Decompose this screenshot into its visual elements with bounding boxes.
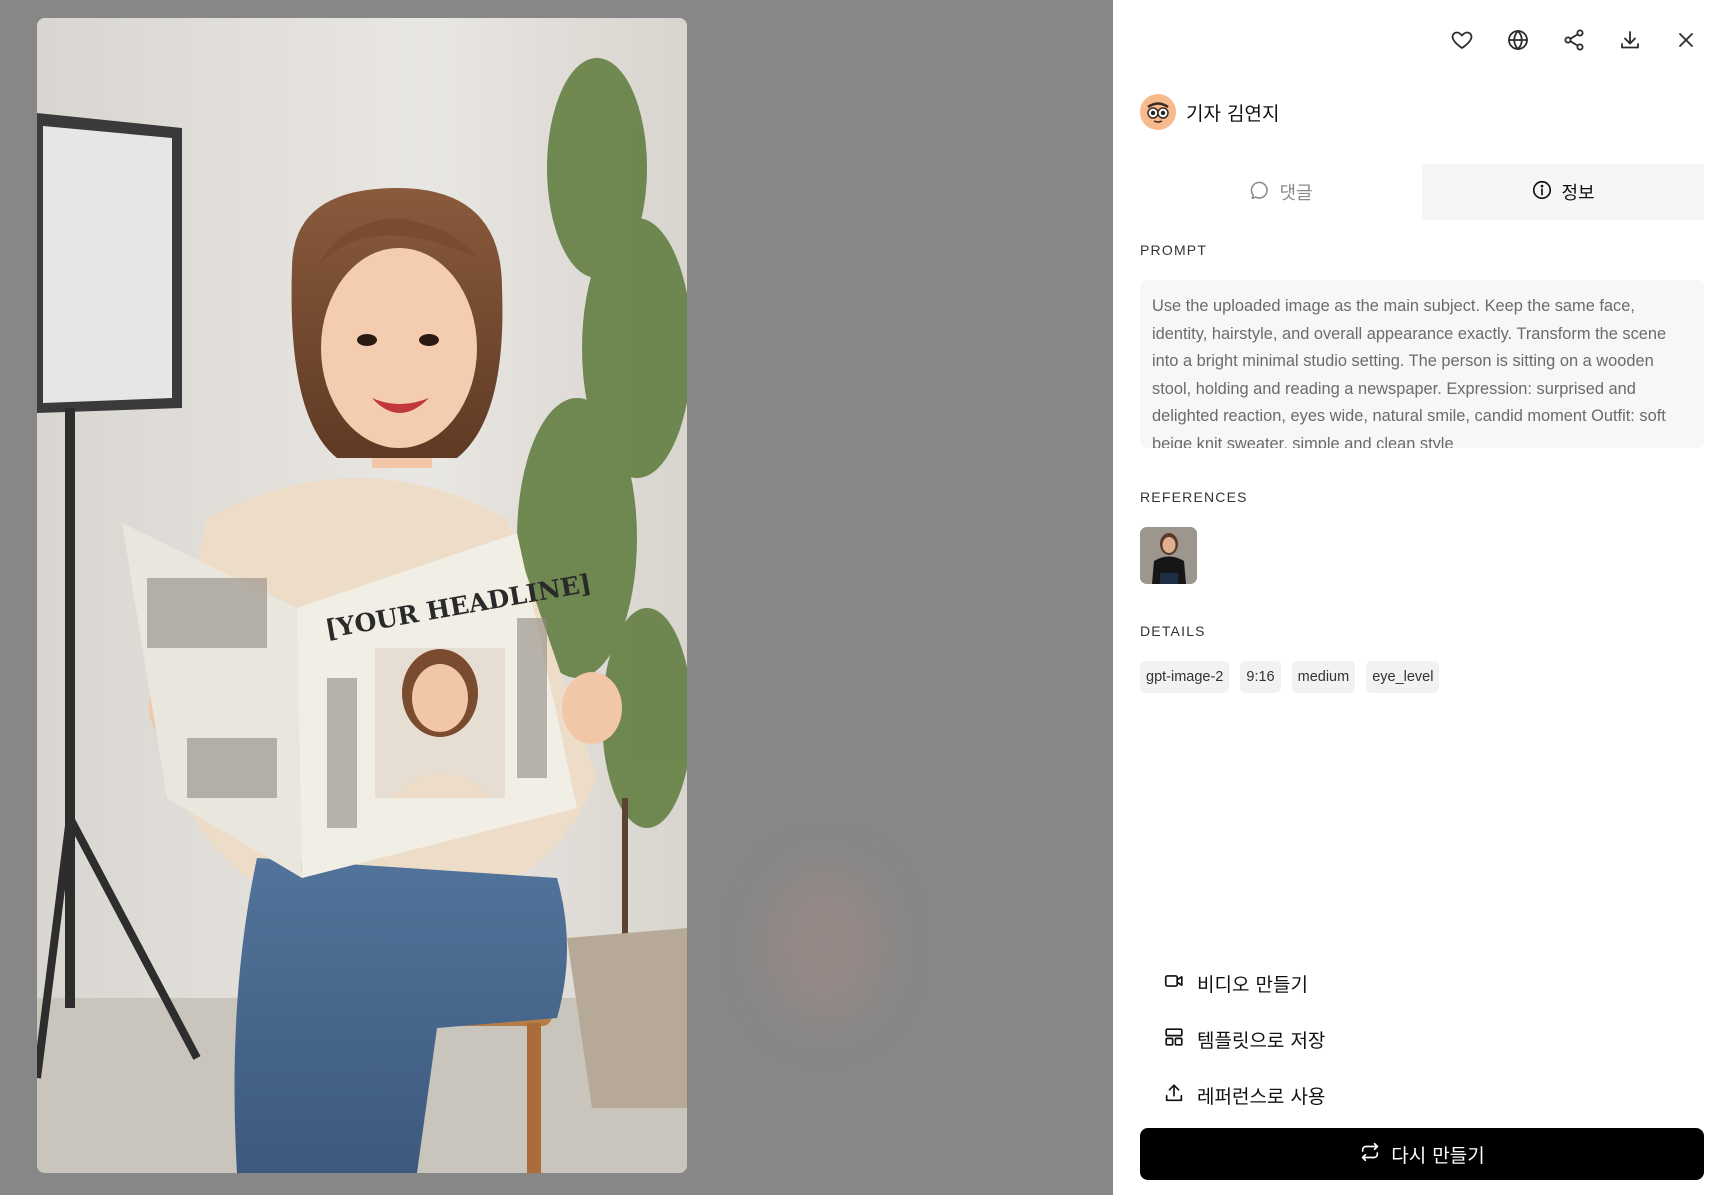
app-root: [YOUR HEADLINE] 기자 김연지 댓글 정보 PROMPT Use … [0, 0, 1724, 1195]
save-as-template-button[interactable]: 템플릿으로 저장 [1163, 1011, 1325, 1067]
chip-aspect-ratio: 9:16 [1240, 661, 1281, 693]
generated-image[interactable]: [YOUR HEADLINE] [37, 18, 687, 1173]
info-icon [1531, 179, 1553, 206]
tab-info[interactable]: 정보 [1422, 164, 1704, 220]
author-info[interactable]: 기자 김연지 [1140, 94, 1279, 130]
globe-icon[interactable] [1500, 22, 1536, 58]
details-heading: DETAILS [1140, 623, 1206, 639]
template-icon [1163, 1026, 1185, 1053]
close-icon[interactable] [1668, 22, 1704, 58]
video-icon [1163, 970, 1185, 997]
reference-thumbnail[interactable] [1140, 527, 1197, 584]
regenerate-label: 다시 만들기 [1391, 1144, 1485, 1167]
tab-info-label: 정보 [1561, 183, 1595, 204]
comment-icon [1249, 179, 1271, 206]
save-as-template-label: 템플릿으로 저장 [1197, 1029, 1326, 1052]
references-heading: REFERENCES [1140, 489, 1248, 505]
panel-tabs: 댓글 정보 [1140, 164, 1704, 220]
chip-model: gpt-image-2 [1140, 661, 1230, 693]
generated-image-illustration: [YOUR HEADLINE] [37, 18, 687, 1173]
author-name[interactable]: 기자 김연지 [1186, 99, 1279, 126]
tab-comments-label: 댓글 [1279, 183, 1313, 204]
prompt-heading: PROMPT [1140, 242, 1208, 258]
upload-icon [1163, 1082, 1185, 1109]
make-video-label: 비디오 만들기 [1197, 973, 1308, 996]
chip-camera-angle: eye_level [1366, 661, 1440, 693]
make-video-button[interactable]: 비디오 만들기 [1163, 955, 1325, 1011]
avatar [1140, 94, 1176, 130]
reference-person-image [1140, 527, 1197, 584]
heart-icon[interactable] [1444, 22, 1480, 58]
regenerate-button[interactable]: 다시 만들기 [1140, 1128, 1704, 1180]
tab-comments[interactable]: 댓글 [1140, 164, 1422, 220]
chip-quality: medium [1291, 661, 1356, 693]
detail-panel: 기자 김연지 댓글 정보 PROMPT Use the uploaded ima… [1113, 0, 1724, 1195]
share-icon[interactable] [1556, 22, 1592, 58]
prompt-text[interactable]: Use the uploaded image as the main subje… [1152, 293, 1692, 448]
use-as-reference-button[interactable]: 레퍼런스로 사용 [1163, 1067, 1325, 1123]
action-list: 비디오 만들기 템플릿으로 저장 레퍼런스로 사용 [1163, 955, 1325, 1123]
background-blur [770, 870, 880, 1020]
prompt-box[interactable]: Use the uploaded image as the main subje… [1140, 280, 1704, 448]
avatar-face-icon [1140, 94, 1176, 130]
use-as-reference-label: 레퍼런스로 사용 [1197, 1085, 1326, 1108]
repeat-icon [1359, 1141, 1381, 1168]
panel-toolbar [1444, 22, 1704, 58]
detail-chips: gpt-image-2 9:16 medium eye_level [1140, 661, 1440, 693]
image-viewer[interactable]: [YOUR HEADLINE] [0, 0, 1113, 1195]
download-icon[interactable] [1612, 22, 1648, 58]
